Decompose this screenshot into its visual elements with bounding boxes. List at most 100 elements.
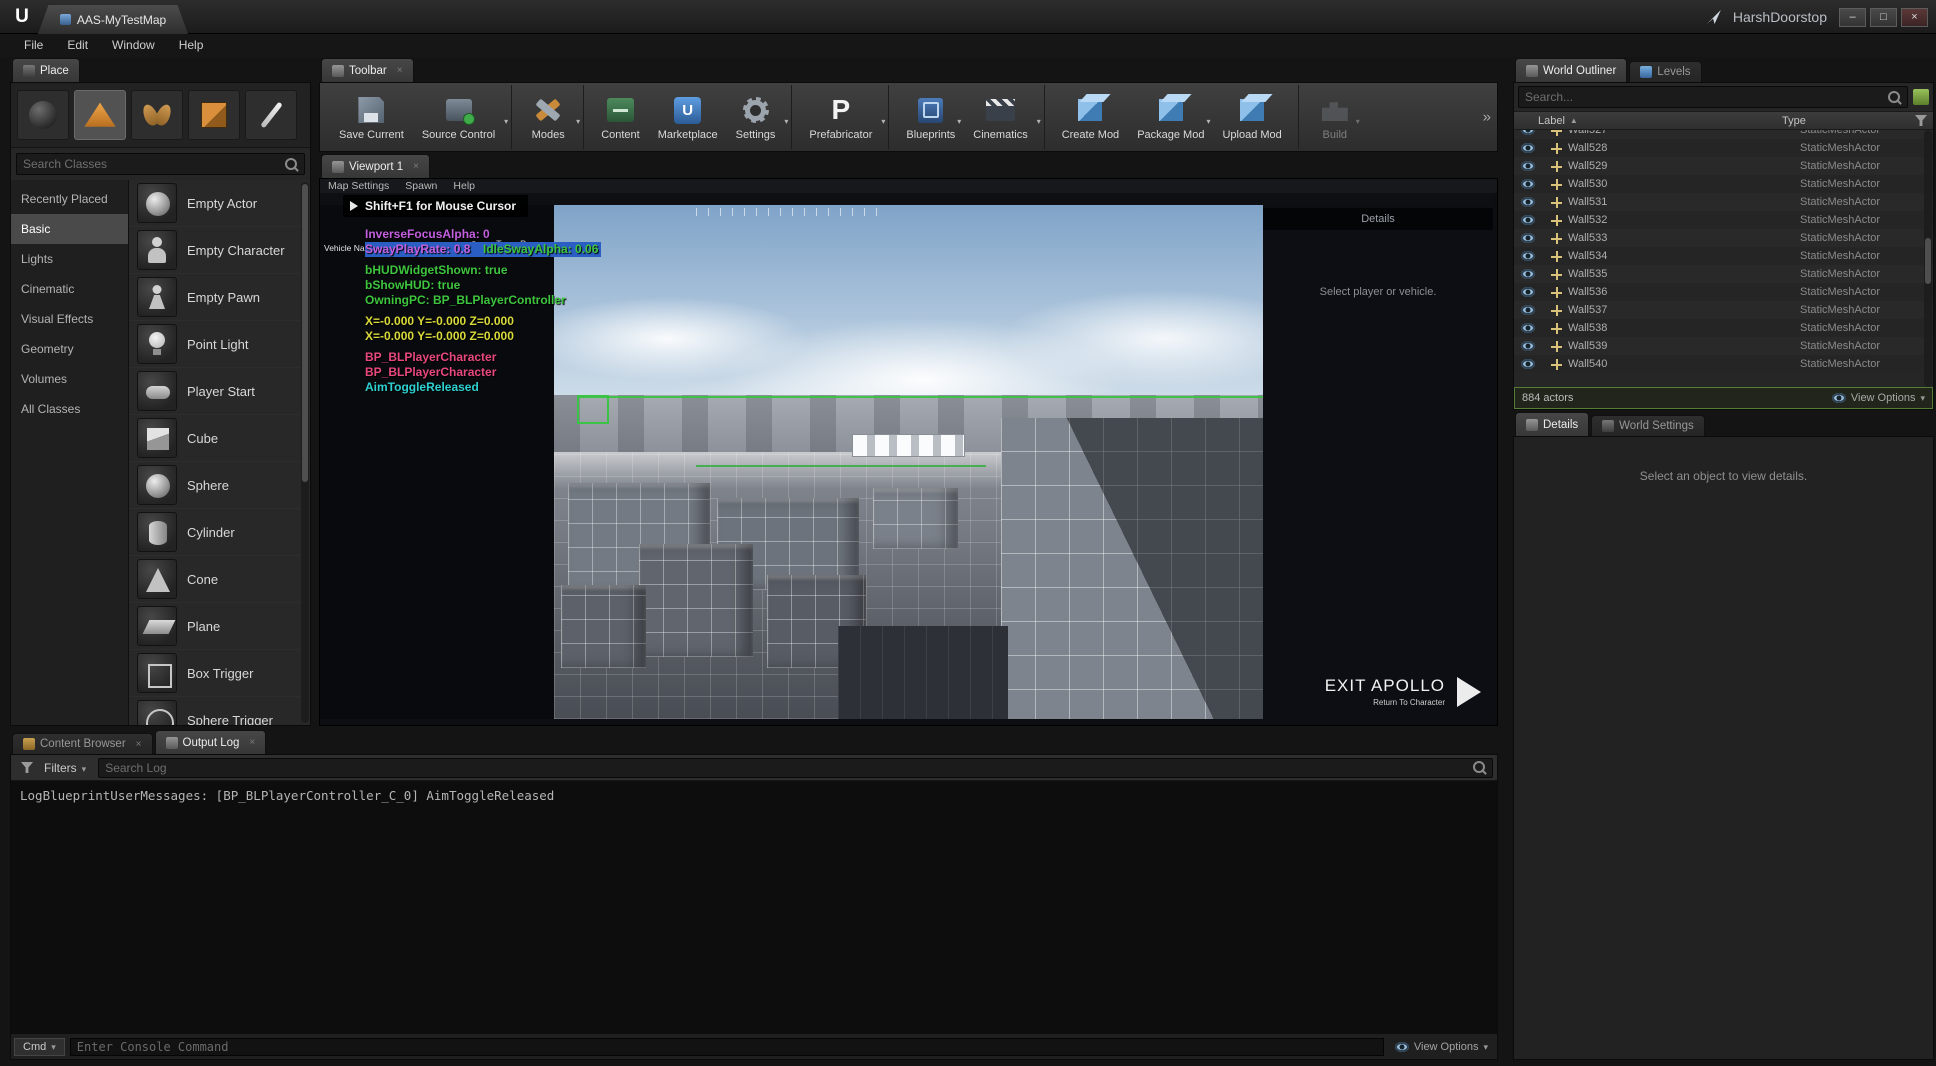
tab-close-icon[interactable]: × [136, 739, 142, 750]
outliner-row[interactable]: Wall529 StaticMeshActor [1514, 157, 1933, 175]
place-item[interactable]: Point Light [129, 321, 310, 368]
outliner-row[interactable]: Wall539 StaticMeshActor [1514, 337, 1933, 355]
tab-world-outliner[interactable]: World Outliner [1515, 58, 1628, 82]
place-category-item[interactable]: Volumes [11, 364, 128, 394]
place-item[interactable]: Empty Actor [129, 180, 310, 227]
outliner-scrollbar[interactable] [1924, 130, 1932, 387]
scrollbar-thumb[interactable] [302, 184, 308, 482]
exit-apollo-button[interactable]: EXIT APOLLO Return To Character [1325, 676, 1481, 707]
place-item[interactable]: Box Trigger [129, 650, 310, 697]
toolbar-button[interactable]: Create Mod [1053, 85, 1128, 149]
toolbar-button[interactable]: Content [592, 85, 649, 149]
tab-world-settings[interactable]: World Settings [1591, 415, 1705, 436]
visibility-eye-icon[interactable] [1521, 161, 1535, 171]
dropdown-caret-icon[interactable]: ▾ [576, 117, 580, 126]
visibility-eye-icon[interactable] [1521, 269, 1535, 279]
place-item[interactable]: Player Start [129, 368, 310, 415]
tab-close-icon[interactable]: × [249, 737, 255, 748]
menu-item[interactable]: Edit [55, 34, 100, 57]
place-item[interactable]: Plane [129, 603, 310, 650]
tab-viewport-1[interactable]: Viewport 1 × [321, 154, 430, 178]
visibility-eye-icon[interactable] [1521, 305, 1535, 315]
outliner-row[interactable]: Wall527 StaticMeshActor [1514, 130, 1933, 139]
outliner-row[interactable]: Wall531 StaticMeshActor [1514, 193, 1933, 211]
tab-place[interactable]: Place [12, 58, 80, 82]
visibility-eye-icon[interactable] [1521, 143, 1535, 153]
dropdown-caret-icon[interactable]: ▾ [957, 117, 961, 126]
menu-item[interactable]: Window [100, 34, 167, 57]
menu-item[interactable]: File [12, 34, 55, 57]
outliner-search-input[interactable] [1525, 90, 1882, 104]
place-item[interactable]: Cylinder [129, 509, 310, 556]
outliner-row[interactable]: Wall540 StaticMeshActor [1514, 355, 1933, 373]
tab-details[interactable]: Details [1515, 412, 1590, 436]
sort-ascending-icon[interactable]: ▲ [1570, 116, 1578, 125]
toolbar-button[interactable]: Blueprints ▾ [897, 85, 964, 149]
visibility-eye-icon[interactable] [1521, 130, 1535, 135]
dropdown-caret-icon[interactable]: ▾ [1356, 117, 1360, 126]
place-items-scrollbar[interactable] [301, 182, 309, 723]
dropdown-caret-icon[interactable]: ▾ [881, 117, 885, 126]
category-tile-brush[interactable] [245, 90, 297, 140]
output-log-area[interactable]: LogBlueprintUserMessages: [BP_BLPlayerCo… [11, 781, 1497, 1034]
tab-close-icon[interactable]: × [397, 65, 403, 76]
category-tile-foliage[interactable] [131, 90, 183, 140]
outliner-row[interactable]: Wall538 StaticMeshActor [1514, 319, 1933, 337]
toolbar-button[interactable]: Settings ▾ [727, 85, 793, 149]
category-tile-recent[interactable] [17, 90, 69, 140]
visibility-eye-icon[interactable] [1521, 287, 1535, 297]
visibility-eye-icon[interactable] [1521, 233, 1535, 243]
console-command-input[interactable] [69, 1037, 1384, 1056]
tab-output-log[interactable]: Output Log × [154, 730, 267, 754]
search-classes-input[interactable] [23, 157, 279, 171]
toolbar-button[interactable]: Modes ▾ [520, 85, 585, 149]
toolbar-button[interactable]: Source Control ▾ [413, 85, 513, 149]
place-item[interactable]: Cone [129, 556, 310, 603]
launcher-icon[interactable] [1706, 10, 1721, 24]
game-render-area[interactable]: Details Select player or vehicle. Shift+… [320, 193, 1493, 719]
tab-toolbar[interactable]: Toolbar × [321, 58, 414, 82]
outliner-row[interactable]: Wall533 StaticMeshActor [1514, 229, 1933, 247]
toolbar-button[interactable]: Prefabricator ▾ [800, 85, 890, 149]
place-category-item[interactable]: Cinematic [11, 274, 128, 304]
dropdown-caret-icon[interactable]: ▾ [1037, 117, 1041, 126]
toolbar-overflow-chevron[interactable]: » [1483, 109, 1491, 126]
outliner-row[interactable]: Wall535 StaticMeshActor [1514, 265, 1933, 283]
outliner-row[interactable]: Wall528 StaticMeshActor [1514, 139, 1933, 157]
label-column-header[interactable]: Label ▲ [1514, 115, 1782, 127]
game-menu-item[interactable]: Spawn [405, 180, 437, 192]
place-item[interactable]: Empty Pawn [129, 274, 310, 321]
project-tab[interactable]: AAS-MyTestMap [38, 5, 188, 34]
toolbar-button[interactable]: Upload Mod [1213, 85, 1299, 149]
toolbar-button[interactable]: Package Mod ▾ [1128, 85, 1213, 149]
tab-content-browser[interactable]: Content Browser × [12, 733, 153, 754]
filters-button[interactable]: Filters [15, 761, 92, 775]
outliner-row[interactable]: Wall530 StaticMeshActor [1514, 175, 1933, 193]
place-item[interactable]: Sphere [129, 462, 310, 509]
visibility-eye-icon[interactable] [1521, 215, 1535, 225]
visibility-eye-icon[interactable] [1521, 197, 1535, 207]
place-category-item[interactable]: Geometry [11, 334, 128, 364]
place-item[interactable]: Cube [129, 415, 310, 462]
minimize-button[interactable]: – [1839, 7, 1866, 27]
place-category-item[interactable]: Basic [11, 214, 128, 244]
category-tile-geometry[interactable] [188, 90, 240, 140]
tab-levels[interactable]: Levels [1629, 61, 1702, 82]
search-log-input[interactable] [105, 760, 1467, 775]
visibility-eye-icon[interactable] [1521, 359, 1535, 369]
place-category-item[interactable]: Recently Placed [11, 184, 128, 214]
type-column-header[interactable]: Type [1782, 115, 1915, 127]
toolbar-button[interactable]: Marketplace [649, 85, 727, 149]
visibility-eye-icon[interactable] [1521, 251, 1535, 261]
outliner-row[interactable]: Wall534 StaticMeshActor [1514, 247, 1933, 265]
game-menu-item[interactable]: Map Settings [328, 180, 389, 192]
place-item[interactable]: Sphere Trigger [129, 697, 310, 725]
place-item[interactable]: Empty Character [129, 227, 310, 274]
place-category-item[interactable]: Lights [11, 244, 128, 274]
dropdown-caret-icon[interactable]: ▾ [504, 117, 508, 126]
view-options-button[interactable]: View Options [1831, 392, 1925, 404]
place-category-item[interactable]: All Classes [11, 394, 128, 424]
visibility-eye-icon[interactable] [1521, 323, 1535, 333]
category-tile-basic[interactable] [74, 90, 126, 140]
maximize-button[interactable]: □ [1870, 7, 1897, 27]
